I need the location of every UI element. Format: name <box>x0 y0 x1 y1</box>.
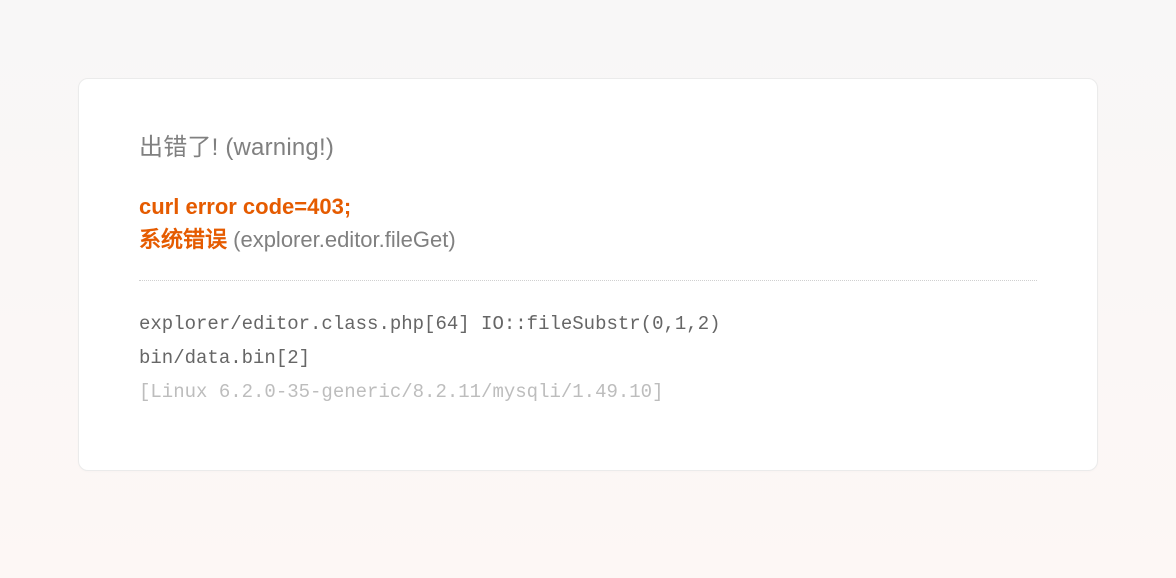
stack-trace: explorer/editor.class.php[64] IO::fileSu… <box>139 307 1037 410</box>
error-card: 出错了! (warning!) curl error code=403; 系统错… <box>78 78 1098 471</box>
error-code-line: curl error code=403; <box>139 190 1037 223</box>
error-context: (explorer.editor.fileGet) <box>227 227 456 252</box>
stack-line-1: explorer/editor.class.php[64] IO::fileSu… <box>139 307 1037 341</box>
divider <box>139 280 1037 281</box>
error-system-line: 系统错误 (explorer.editor.fileGet) <box>139 223 1037 256</box>
stack-line-2: bin/data.bin[2] <box>139 341 1037 375</box>
error-heading: 出错了! (warning!) <box>139 127 1037 162</box>
system-error-label: 系统错误 <box>139 227 227 252</box>
env-info: [Linux 6.2.0-35-generic/8.2.11/mysqli/1.… <box>139 375 1037 409</box>
